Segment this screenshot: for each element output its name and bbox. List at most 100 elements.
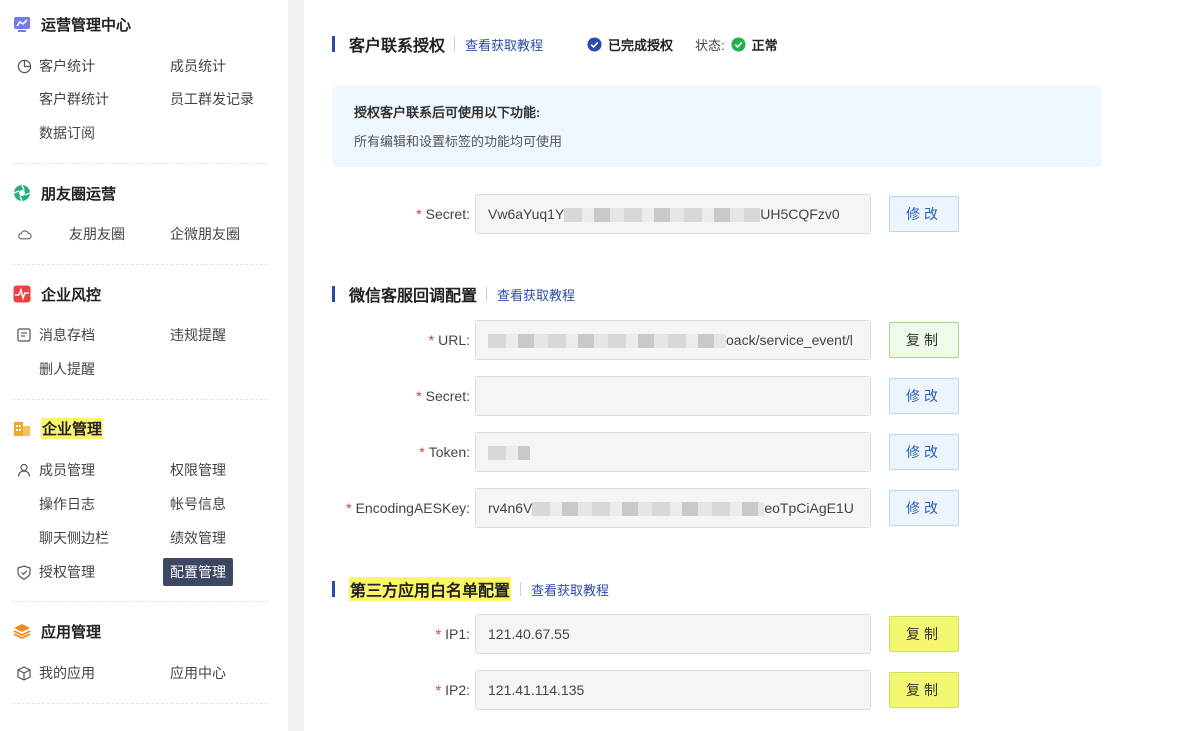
info-desc: 所有编辑和设置标签的功能均可使用 xyxy=(354,134,563,149)
title-bar xyxy=(332,286,335,302)
masked-text xyxy=(488,446,530,461)
masked-text xyxy=(532,502,765,517)
callback-header: 微信客服回调配置 查看获取教程 xyxy=(332,283,575,305)
vertical-divider xyxy=(520,582,522,596)
menu-message-archive[interactable]: 消息存档 xyxy=(39,324,95,346)
tutorial-link[interactable]: 查看获取教程 xyxy=(497,285,575,304)
divider xyxy=(12,399,268,400)
user-icon xyxy=(16,462,32,478)
menu-app-center[interactable]: 应用中心 xyxy=(170,662,226,684)
section-enterprise-manage[interactable]: 企业管理 xyxy=(12,417,104,439)
section-title: 企业风控 xyxy=(41,286,102,304)
section-title: 应用管理 xyxy=(41,623,102,641)
section-title: 朋友圈运营 xyxy=(41,185,117,203)
title-bar xyxy=(332,581,335,597)
chart-screen-icon xyxy=(12,14,32,34)
callback-secret-label: * Secret: xyxy=(416,388,470,404)
divider xyxy=(12,703,268,704)
ip2-label: * IP2: xyxy=(435,682,470,698)
state-value-text: 正常 xyxy=(751,37,778,53)
auth-status: 已完成授权 xyxy=(587,35,673,54)
block-title: 客户联系授权 xyxy=(349,38,446,55)
masked-text xyxy=(488,334,726,349)
menu-performance[interactable]: 绩效管理 xyxy=(170,527,226,549)
section-app-manage[interactable]: 应用管理 xyxy=(12,620,101,642)
whitelist-header: 第三方应用白名单配置 查看获取教程 xyxy=(332,577,609,601)
callback-secret-edit-button[interactable]: 修改 xyxy=(889,378,959,414)
archive-icon xyxy=(16,327,32,343)
callback-secret-field[interactable] xyxy=(475,376,871,416)
divider xyxy=(12,601,268,602)
block-title: 微信客服回调配置 xyxy=(349,288,478,305)
success-circle-icon xyxy=(731,36,746,52)
block-title: 第三方应用白名单配置 xyxy=(349,577,512,601)
menu-config-manage[interactable]: 配置管理 xyxy=(163,558,233,586)
secret-edit-button[interactable]: 修改 xyxy=(889,196,959,232)
info-title: 授权客户联系后可使用以下功能: xyxy=(354,105,541,120)
menu-operation-log[interactable]: 操作日志 xyxy=(39,493,95,515)
cube-icon xyxy=(16,665,32,681)
ip1-field[interactable]: 121.40.67.55 xyxy=(475,614,871,654)
ip2-field[interactable]: 121.41.114.135 xyxy=(475,670,871,710)
sidebar: 运营管理中心 客户统计 成员统计 客户群统计 员工群发记录 数据订阅 朋友圈运营… xyxy=(0,0,288,731)
secret-field[interactable]: Vw6aYuq1Y UH5CQFzv0 xyxy=(475,194,871,234)
section-title: 运营管理中心 xyxy=(41,16,132,34)
state-value: 正常 xyxy=(731,35,778,54)
cloud-icon xyxy=(16,227,32,243)
menu-member-manage[interactable]: 成员管理 xyxy=(39,459,95,481)
menu-customer-stats[interactable]: 客户统计 xyxy=(39,55,95,77)
url-copy-button[interactable]: 复制 xyxy=(889,322,959,358)
menu-chat-sidebar[interactable]: 聊天侧边栏 xyxy=(39,527,109,549)
section-ops-center[interactable]: 运营管理中心 xyxy=(12,13,131,35)
menu-account-info[interactable]: 帐号信息 xyxy=(170,493,226,515)
ip1-label: * IP1: xyxy=(435,626,470,642)
aperture-icon xyxy=(12,183,32,203)
masked-text xyxy=(564,208,761,223)
menu-group-send-records[interactable]: 员工群发记录 xyxy=(170,88,254,110)
shield-icon xyxy=(16,564,32,580)
token-edit-button[interactable]: 修改 xyxy=(889,434,959,470)
url-field[interactable]: oack/service_event/l xyxy=(475,320,871,360)
section-title: 企业管理 xyxy=(41,417,104,439)
divider xyxy=(12,163,268,164)
menu-group-stats[interactable]: 客户群统计 xyxy=(39,88,109,110)
auth-done-text: 已完成授权 xyxy=(608,37,674,53)
secret-value-suffix: UH5CQFzv0 xyxy=(760,206,840,222)
section-moments[interactable]: 朋友圈运营 xyxy=(12,182,116,204)
token-field[interactable] xyxy=(475,432,871,472)
layers-icon xyxy=(12,621,32,641)
menu-wecom-moments[interactable]: 企微朋友圈 xyxy=(170,223,240,245)
divider xyxy=(12,264,268,265)
check-badge-icon xyxy=(587,36,602,52)
secret-value-prefix: Vw6aYuq1Y xyxy=(488,206,565,222)
section-risk-control[interactable]: 企业风控 xyxy=(12,283,101,305)
menu-violation-alert[interactable]: 违规提醒 xyxy=(170,324,226,346)
aes-value-suffix: eoTpCiAgE1U xyxy=(764,500,854,516)
ip2-copy-button[interactable]: 复制 xyxy=(889,672,959,708)
menu-auth-manage[interactable]: 授权管理 xyxy=(39,561,95,583)
pulse-icon xyxy=(12,284,32,304)
aes-key-field[interactable]: rv4n6V eoTpCiAgE1U xyxy=(475,488,871,528)
state-label: 状态: xyxy=(695,37,725,53)
aes-key-edit-button[interactable]: 修改 xyxy=(889,490,959,526)
url-value-suffix: oack/service_event/l xyxy=(726,332,853,348)
secret-label: * Secret: xyxy=(416,206,470,222)
vertical-divider xyxy=(486,287,488,301)
title-bar xyxy=(332,36,335,52)
ip1-copy-button[interactable]: 复制 xyxy=(889,616,959,652)
menu-permission-manage[interactable]: 权限管理 xyxy=(170,459,226,481)
building-icon xyxy=(12,418,32,438)
tutorial-link[interactable]: 查看获取教程 xyxy=(531,580,609,599)
vertical-divider xyxy=(454,37,456,51)
menu-data-subscribe[interactable]: 数据订阅 xyxy=(39,122,95,144)
aes-value-prefix: rv4n6V xyxy=(488,500,533,516)
menu-my-apps[interactable]: 我的应用 xyxy=(39,662,95,684)
menu-friend-moments[interactable]: 友朋友圈 xyxy=(69,223,125,245)
url-label: * URL: xyxy=(428,332,470,348)
menu-delete-alert[interactable]: 删人提醒 xyxy=(39,358,95,380)
aes-key-label: * EncodingAESKey: xyxy=(346,500,470,516)
menu-member-stats[interactable]: 成员统计 xyxy=(170,55,226,77)
info-box: 授权客户联系后可使用以下功能: 所有编辑和设置标签的功能均可使用 xyxy=(332,86,1102,167)
main-content: 客户联系授权 查看获取教程 已完成授权 状态: 正常 授权客户联系后可使用以下功… xyxy=(304,0,1184,731)
tutorial-link[interactable]: 查看获取教程 xyxy=(465,35,543,54)
